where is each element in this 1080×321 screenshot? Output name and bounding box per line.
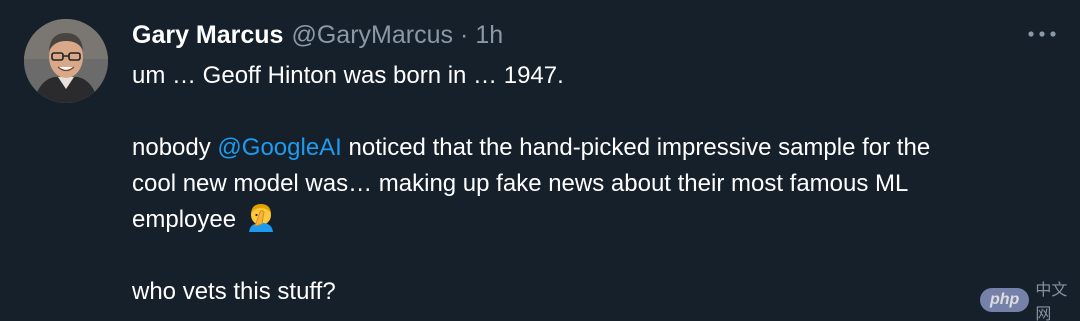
tweet-text-segment: noticed that the hand-picked impressive … [341,134,931,161]
tweet-text-line: cool new model was… making up fake news … [132,170,909,197]
tweet[interactable]: Gary Marcus @GaryMarcus · 1h um … Geoff … [0,0,1080,321]
author-handle[interactable]: @GaryMarcus [291,21,453,50]
tweet-text-line: um … Geoff Hinton was born in … 1947. [132,62,564,89]
watermark-text: 中文网 [1035,282,1068,321]
watermark: php 中文网 [980,276,1080,321]
tweet-text: um … Geoff Hinton was born in … 1947. no… [132,58,1062,310]
tweet-text-segment: employee [132,206,237,233]
author-avatar[interactable] [24,19,108,103]
tweet-text-segment: nobody [132,134,218,161]
header-separator: · [459,20,469,49]
watermark-badge: php [980,288,1030,312]
more-horizontal-icon [1028,31,1056,37]
tweet-header: Gary Marcus @GaryMarcus · 1h [132,18,503,52]
mention-link[interactable]: @GoogleAI [217,134,341,161]
more-options-button[interactable] [1024,19,1060,49]
man-facepalming-emoji-icon [249,204,274,232]
tweet-timestamp[interactable]: 1h [475,21,503,50]
avatar-photo-icon [24,19,108,103]
tweet-text-line: who vets this stuff? [132,278,336,305]
tweet-text-line: employee [132,202,1062,238]
author-name[interactable]: Gary Marcus [132,21,283,50]
tweet-text-line: nobody @GoogleAI noticed that the hand-p… [132,130,1062,166]
